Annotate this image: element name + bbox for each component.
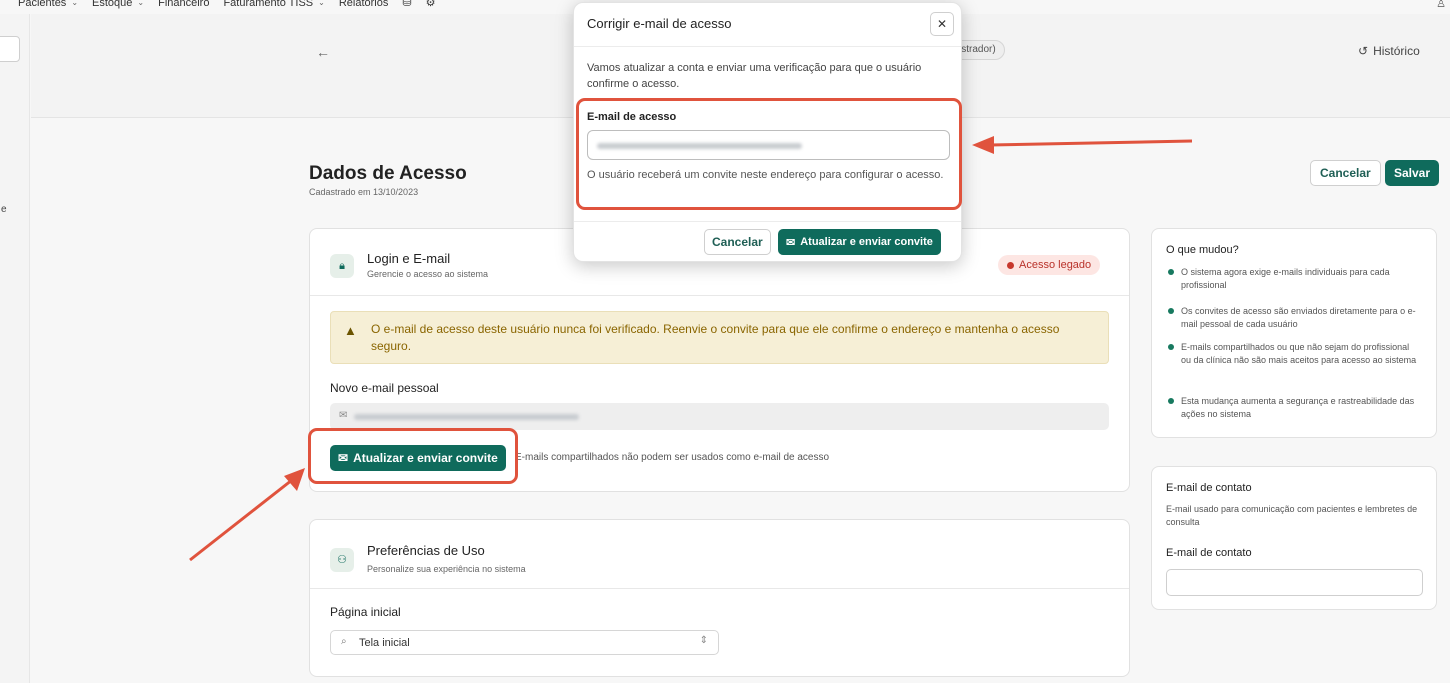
arrow-to-update-button bbox=[189, 468, 305, 562]
arrow-to-modal-field bbox=[972, 136, 1193, 154]
annotation-arrows bbox=[189, 136, 1193, 562]
